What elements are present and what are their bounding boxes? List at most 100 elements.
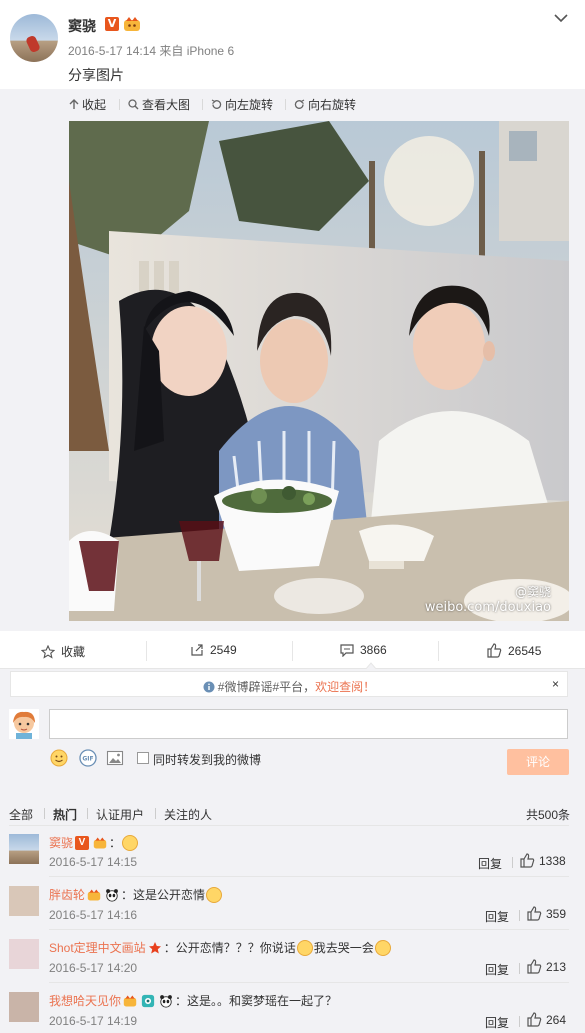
- search-icon: [128, 99, 139, 110]
- comment-text: ：公开恋情？？？你说话: [163, 941, 296, 955]
- sad-emoji-icon: [374, 939, 391, 956]
- comment-text: ：: [109, 836, 122, 850]
- reply-button[interactable]: 回复: [485, 1014, 509, 1031]
- reply-divider: [519, 1016, 520, 1027]
- comment-like-button[interactable]: 213: [527, 959, 566, 974]
- filter-all[interactable]: 全部: [9, 806, 33, 823]
- comment-author[interactable]: 胖齿轮: [49, 886, 85, 903]
- filter-divider: [87, 808, 88, 819]
- filter-following[interactable]: 关注的人: [164, 806, 212, 823]
- panda-icon: [160, 994, 172, 1008]
- comment-author[interactable]: 窦骁: [49, 834, 73, 851]
- notice-link[interactable]: 欢迎查阅！: [315, 680, 375, 694]
- comment-avatar[interactable]: [9, 939, 39, 969]
- comment-author[interactable]: 我想哈天见你: [49, 992, 121, 1009]
- rotate-left-button[interactable]: 向左旋转: [211, 96, 273, 113]
- member-crown-icon[interactable]: [87, 888, 101, 902]
- verified-badge: V: [75, 835, 90, 850]
- smirk-emoji-icon: [122, 834, 139, 851]
- notice-close-button[interactable]: ×: [552, 677, 559, 691]
- thumbs-up-icon: [527, 1012, 542, 1027]
- comment-count: 3866: [360, 643, 387, 657]
- post-photo[interactable]: @窦骁 weibo.com/douxiao: [69, 121, 569, 621]
- comment-like-button[interactable]: 1338: [520, 853, 566, 868]
- photo-scene: [69, 121, 569, 621]
- comment-like-button[interactable]: 264: [527, 1012, 566, 1027]
- toolbar-divider: [202, 99, 203, 110]
- repost-checkbox[interactable]: [137, 752, 149, 764]
- action-divider: [146, 641, 147, 661]
- comment-author[interactable]: Shot定理中文画站: [49, 939, 146, 956]
- rotate-right-icon: [294, 99, 305, 109]
- filter-divider: [155, 808, 156, 819]
- collapse-icon: [69, 99, 79, 109]
- view-large-button[interactable]: 查看大图: [128, 96, 190, 113]
- notice-tag[interactable]: #微博辟谣#平台: [218, 680, 303, 694]
- comment-time: 2016-5-17 14:19: [49, 1014, 138, 1028]
- action-divider: [438, 641, 439, 661]
- reply-button[interactable]: 回复: [478, 855, 502, 872]
- post-meta: 2016-5-17 14:14 来自 iPhone 6: [68, 44, 235, 58]
- favorite-label: 收藏: [61, 645, 86, 659]
- filter-divider: [44, 808, 45, 819]
- author-avatar[interactable]: [10, 14, 58, 62]
- comment-avatar[interactable]: [9, 992, 39, 1022]
- rotate-left-label: 向左旋转: [225, 98, 274, 112]
- reply-divider: [519, 963, 520, 974]
- comment-divider: [49, 929, 569, 930]
- star-icon: [148, 941, 161, 953]
- repost-button[interactable]: 2549: [190, 643, 237, 657]
- chevron-down-icon[interactable]: [553, 12, 569, 24]
- member-crown-icon[interactable]: [123, 16, 141, 32]
- thumbs-up-icon: [527, 906, 542, 921]
- emoji-icon[interactable]: [50, 749, 68, 767]
- grin-emoji-icon: [206, 886, 223, 903]
- rotate-left-icon: [211, 99, 222, 109]
- submit-comment-button[interactable]: 评论: [507, 749, 569, 775]
- author-name[interactable]: 窦骁: [68, 16, 96, 36]
- smile-emoji-icon: [296, 939, 313, 956]
- star-icon: [41, 644, 55, 659]
- toolbar-divider: [119, 99, 120, 110]
- reply-divider: [512, 857, 513, 868]
- eye-badge-icon: [141, 994, 155, 1007]
- filter-hot[interactable]: 热门: [53, 806, 77, 823]
- panda-icon: [106, 888, 118, 902]
- my-avatar[interactable]: [9, 709, 39, 739]
- thumbs-up-icon: [527, 959, 542, 974]
- reply-divider: [519, 910, 520, 921]
- comment-like-button[interactable]: 359: [527, 906, 566, 921]
- repost-checkbox-label[interactable]: 同时转发到我的微博: [153, 751, 261, 768]
- thumbs-up-icon: [520, 853, 535, 868]
- member-crown-icon[interactable]: [123, 994, 137, 1008]
- favorite-button[interactable]: 收藏: [41, 643, 85, 660]
- reply-button[interactable]: 回复: [485, 961, 509, 978]
- watermark-name: @窦骁: [514, 585, 551, 599]
- comment-avatar[interactable]: [9, 886, 39, 916]
- comment-line: 胖齿轮 ：这是公开恋情: [49, 886, 223, 903]
- comment-line: 窦骁 V ：: [49, 834, 139, 851]
- image-icon[interactable]: [106, 749, 124, 767]
- rumor-notice: #微博辟谣#平台，欢迎查阅！ ×: [10, 671, 568, 697]
- gif-icon[interactable]: GIF: [79, 749, 97, 767]
- collapse-label: 收起: [82, 98, 107, 112]
- reply-button[interactable]: 回复: [485, 908, 509, 925]
- info-icon: [203, 681, 215, 693]
- comment-like-count: 1338: [539, 853, 566, 868]
- comment-avatar[interactable]: [9, 834, 39, 864]
- comment-input[interactable]: [49, 709, 568, 739]
- rotate-right-button[interactable]: 向右旋转: [294, 96, 356, 113]
- filter-divider-line: [9, 825, 569, 826]
- member-crown-icon[interactable]: [93, 836, 107, 850]
- comment-line: 我想哈天见你 ：这是。。和窦梦瑶在一起了？: [49, 992, 337, 1009]
- comment-button[interactable]: 3866: [340, 643, 387, 657]
- collapse-button[interactable]: 收起: [69, 96, 106, 113]
- thumbs-up-icon: [487, 643, 502, 658]
- watermark-url: weibo.com/douxiao: [424, 600, 551, 615]
- filter-verified[interactable]: 认证用户: [96, 806, 144, 823]
- comment-divider: [49, 876, 569, 877]
- like-button[interactable]: 26545: [487, 643, 541, 658]
- notice-text: #微博辟谣#平台，欢迎查阅！: [11, 678, 567, 695]
- like-count: 26545: [508, 643, 542, 658]
- comment-time: 2016-5-17 14:16: [49, 908, 138, 922]
